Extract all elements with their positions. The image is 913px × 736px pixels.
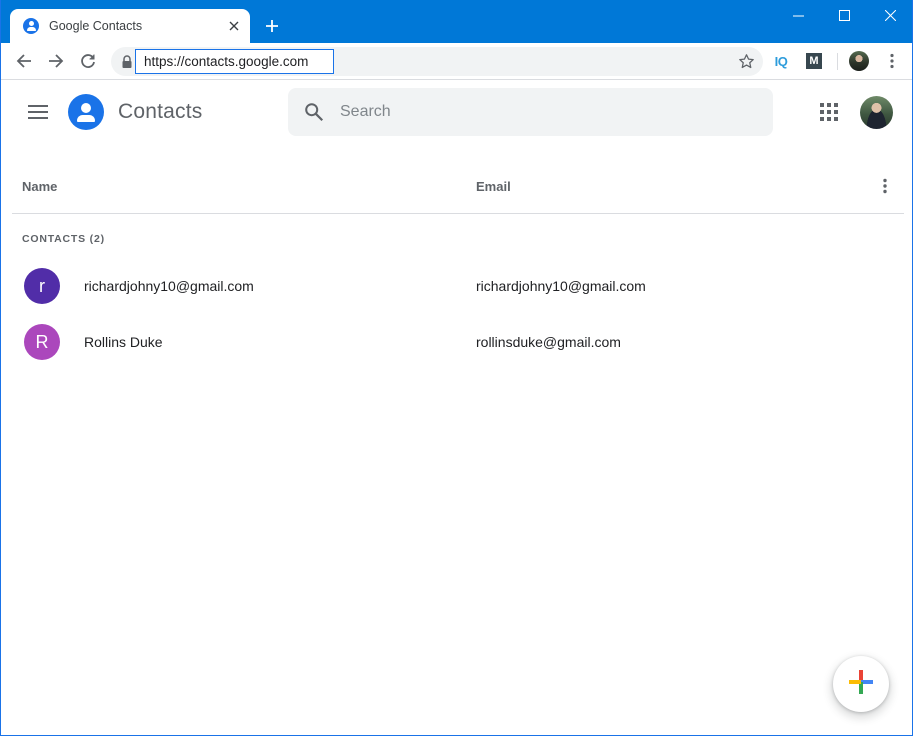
contact-email: rollinsduke@gmail.com <box>476 334 621 350</box>
window-close-icon[interactable] <box>867 0 912 30</box>
m-extension-icon: M <box>806 53 822 69</box>
search-input[interactable] <box>340 98 750 126</box>
maximize-icon[interactable] <box>821 0 867 30</box>
browser-toolbar: https://contacts.google.com IQ M <box>1 43 912 80</box>
hamburger-menu-icon[interactable] <box>26 100 50 124</box>
browser-window: Google Contacts https://contacts.google.… <box>0 0 913 736</box>
tab-close-icon[interactable] <box>222 14 246 38</box>
contact-name: richardjohny10@gmail.com <box>84 278 254 294</box>
app-title[interactable]: Contacts <box>118 100 202 124</box>
column-header-name: Name <box>22 179 58 194</box>
bookmark-star-icon[interactable] <box>738 53 755 70</box>
m-extension-button[interactable]: M <box>804 51 824 71</box>
forward-arrow-icon[interactable] <box>43 48 69 74</box>
plus-icon <box>848 669 874 700</box>
url-text[interactable]: https://contacts.google.com <box>135 49 334 74</box>
tab-title: Google Contacts <box>49 19 143 33</box>
list-header: Name Email <box>12 162 904 214</box>
app-header: Contacts <box>1 80 912 144</box>
minimize-icon[interactable] <box>775 0 821 30</box>
contact-row[interactable]: r richardjohny10@gmail.com richardjohny1… <box>12 258 904 314</box>
browser-tab[interactable]: Google Contacts <box>10 9 250 43</box>
address-bar[interactable]: https://contacts.google.com <box>111 47 763 76</box>
contacts-logo-icon[interactable] <box>68 94 104 130</box>
search-icon[interactable] <box>303 101 325 123</box>
create-contact-button[interactable] <box>833 656 889 712</box>
more-options-icon[interactable] <box>875 176 895 196</box>
search-bar[interactable] <box>288 88 773 136</box>
contact-avatar[interactable]: R <box>24 324 60 360</box>
contacts-section-label: CONTACTS (2) <box>22 233 105 245</box>
browser-profile-avatar[interactable] <box>849 51 869 71</box>
contact-name: Rollins Duke <box>84 334 163 350</box>
contact-email: richardjohny10@gmail.com <box>476 278 646 294</box>
lock-icon <box>121 55 133 68</box>
title-bar: Google Contacts <box>1 0 912 43</box>
account-avatar[interactable] <box>860 96 893 129</box>
browser-menu-icon[interactable] <box>883 51 901 71</box>
toolbar-separator <box>837 53 838 70</box>
new-tab-icon[interactable] <box>260 14 284 38</box>
contact-row[interactable]: R Rollins Duke rollinsduke@gmail.com <box>12 314 904 370</box>
reload-icon[interactable] <box>75 48 101 74</box>
back-arrow-icon[interactable] <box>11 48 37 74</box>
apps-grid-icon[interactable] <box>819 102 839 122</box>
contact-avatar[interactable]: r <box>24 268 60 304</box>
column-header-email: Email <box>476 179 511 194</box>
contacts-favicon-icon <box>23 18 39 34</box>
iq-extension-icon[interactable]: IQ <box>771 51 791 71</box>
